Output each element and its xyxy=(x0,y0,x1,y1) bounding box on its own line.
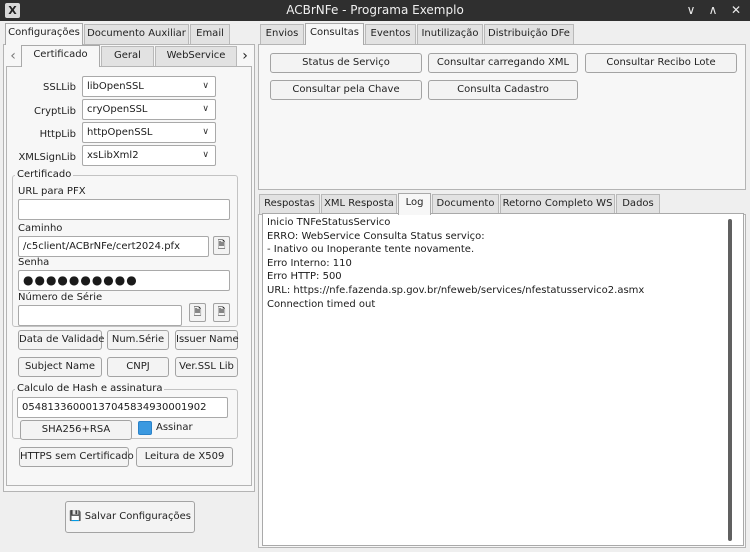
window-title: ACBrNFe - Programa Exemplo xyxy=(286,3,464,17)
https-sem-certificado-button[interactable]: HTTPS sem Certificado xyxy=(19,447,134,467)
tab-respostas[interactable]: Respostas xyxy=(259,194,320,214)
log-line: ERRO: WebService Consulta Status serviço… xyxy=(267,230,485,242)
senha-label: Senha xyxy=(18,257,50,268)
tab-envios[interactable]: Envios xyxy=(260,24,304,44)
httplib-label: HttpLib xyxy=(39,129,76,140)
tab-dados[interactable]: Dados xyxy=(616,194,660,214)
data-validade-button[interactable]: Data de Validade xyxy=(18,330,104,350)
httplib-value: httpOpenSSL xyxy=(87,127,153,138)
xmlsignlib-value: xsLibXml2 xyxy=(87,150,139,161)
tab-geral[interactable]: Geral xyxy=(101,46,154,66)
xmlsignlib-label: XMLSignLib xyxy=(18,152,76,163)
log-line: Inicio TNFeStatusServico xyxy=(267,217,391,228)
log-textarea[interactable]: Inicio TNFeStatusServico ERRO: WebServic… xyxy=(262,213,744,546)
subject-name-button[interactable]: Subject Name xyxy=(18,357,102,377)
assinar-label: Assinar xyxy=(156,422,193,433)
cryptlib-value: cryOpenSSL xyxy=(87,104,148,115)
file-icon: 🗎 xyxy=(217,240,226,251)
tab-email[interactable]: Email xyxy=(190,24,230,44)
tab-inutilizacao[interactable]: Inutilização xyxy=(417,24,483,44)
num-serie-button[interactable]: Num.Série xyxy=(107,330,169,350)
title-bar: X ACBrNFe - Programa Exemplo ∨ ∧ ✕ xyxy=(0,0,750,21)
chevron-down-icon: ∨ xyxy=(202,104,209,114)
ssllib-select[interactable]: libOpenSSL ∨ xyxy=(82,76,216,97)
ssllib-label: SSLLib xyxy=(43,82,76,93)
save-icon: 💾 xyxy=(69,511,82,522)
ssllib-value: libOpenSSL xyxy=(87,81,144,92)
file-icon: 🗎 xyxy=(193,307,202,318)
log-line: - Inativo ou Inoperante tente novamente. xyxy=(267,244,475,256)
browse-file-button[interactable]: 🗎 xyxy=(213,236,230,255)
chevron-down-icon: ∨ xyxy=(202,150,209,160)
tab-certificado[interactable]: Certificado xyxy=(21,45,100,67)
httplib-select[interactable]: httpOpenSSL ∨ xyxy=(82,122,216,143)
tab-consultas[interactable]: Consultas xyxy=(305,23,364,45)
sha256-rsa-button[interactable]: SHA256+RSA xyxy=(20,420,132,440)
issuer-name-button[interactable]: Issuer Name xyxy=(175,330,239,350)
tab-retorno-completo-ws[interactable]: Retorno Completo WS xyxy=(500,194,615,214)
minimize-icon[interactable]: ∨ xyxy=(683,2,699,18)
close-icon[interactable]: ✕ xyxy=(728,2,744,18)
assinar-checkbox[interactable] xyxy=(138,421,152,435)
tab-xml-resposta[interactable]: XML Resposta xyxy=(321,194,397,214)
log-scrollbar[interactable] xyxy=(728,219,732,541)
leitura-x509-button[interactable]: Leitura de X509 xyxy=(136,447,233,467)
chevron-down-icon: ∨ xyxy=(202,81,209,91)
consulta-cadastro-button[interactable]: Consulta Cadastro xyxy=(428,80,578,100)
select-cert-button[interactable]: 🗎 xyxy=(189,303,206,322)
maximize-icon[interactable]: ∧ xyxy=(705,2,721,18)
log-line: URL: https://nfe.fazenda.sp.gov.br/nfewe… xyxy=(267,284,645,296)
status-servico-button[interactable]: Status de Serviço xyxy=(270,53,422,73)
log-line: Connection timed out xyxy=(267,298,376,310)
tab-log[interactable]: Log xyxy=(398,193,431,215)
tab-distribuicao-dfe[interactable]: Distribuição DFe xyxy=(484,24,574,44)
salvar-configuracoes-button[interactable]: 💾 Salvar Configurações xyxy=(65,501,195,533)
cryptlib-select[interactable]: cryOpenSSL ∨ xyxy=(82,99,216,120)
salvar-configuracoes-label: Salvar Configurações xyxy=(84,511,191,522)
tab-configuracoes[interactable]: Configurações xyxy=(5,23,83,45)
certificado-group-title: Certificado xyxy=(15,169,74,180)
chevron-down-icon: ∨ xyxy=(202,127,209,137)
log-line: Erro HTTP: 500 xyxy=(267,271,342,283)
log-line: Erro Interno: 110 xyxy=(267,257,352,269)
numero-serie-input[interactable] xyxy=(18,305,182,326)
chevron-right-icon[interactable]: › xyxy=(238,46,252,66)
senha-input[interactable]: ●●●●●●●●●● xyxy=(18,270,230,291)
url-pfx-input[interactable] xyxy=(18,199,230,220)
tab-webservice[interactable]: WebService xyxy=(155,46,237,66)
xmlsignlib-select[interactable]: xsLibXml2 ∨ xyxy=(82,145,216,166)
file-icon: 🗎 xyxy=(217,307,226,318)
hash-group-title: Calculo de Hash e assinatura xyxy=(15,383,165,394)
select-cert-list-button[interactable]: 🗎 xyxy=(213,303,230,322)
caminho-input[interactable]: /c5client/ACBrNFe/cert2024.pfx xyxy=(18,236,209,257)
caminho-label: Caminho xyxy=(18,223,63,234)
tab-eventos[interactable]: Eventos xyxy=(365,24,416,44)
tab-documento[interactable]: Documento xyxy=(432,194,499,214)
tab-documento-auxiliar[interactable]: Documento Auxiliar xyxy=(84,24,189,44)
chevron-left-icon[interactable]: ‹ xyxy=(6,46,20,66)
numero-serie-label: Número de Série xyxy=(18,292,103,303)
cryptlib-label: CryptLib xyxy=(34,106,76,117)
cnpj-button[interactable]: CNPJ xyxy=(107,357,169,377)
hash-input[interactable]: 05481336000137045834930001902 xyxy=(17,397,228,418)
url-pfx-label: URL para PFX xyxy=(18,186,86,197)
ver-ssl-lib-button[interactable]: Ver.SSL Lib xyxy=(175,357,238,377)
consultar-recibo-lote-button[interactable]: Consultar Recibo Lote xyxy=(585,53,737,73)
consultar-carregando-xml-button[interactable]: Consultar carregando XML xyxy=(428,53,578,73)
consultar-pela-chave-button[interactable]: Consultar pela Chave xyxy=(270,80,422,100)
